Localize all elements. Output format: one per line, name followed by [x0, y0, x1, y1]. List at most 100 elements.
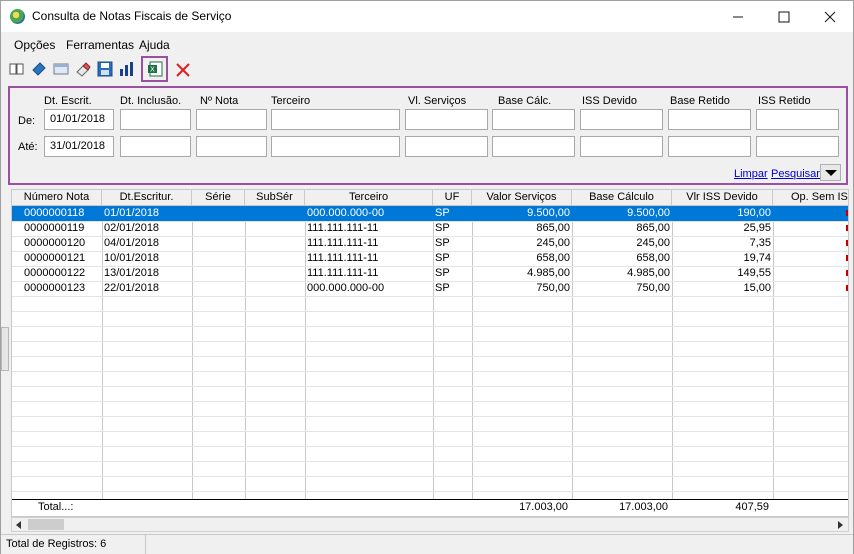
cell-vlr-iss-devido: 190,00	[737, 207, 771, 219]
filter-label-iss-retido: ISS Retido	[758, 95, 811, 107]
scroll-left-icon[interactable]	[15, 521, 23, 529]
maximize-icon	[778, 11, 790, 22]
cell-terceiro: 111.111.111-11	[307, 252, 379, 264]
cell-valor-servicos: 9.500,00	[527, 207, 570, 219]
from-base-retido-input[interactable]	[668, 109, 751, 130]
table-row[interactable]: 0000000122 13/01/2018 111.111.111-11 SP 4.98…	[12, 266, 848, 281]
header-terceiro[interactable]: Terceiro	[305, 190, 433, 206]
table-row[interactable]: 0000000121 10/01/2018 111.111.111-11 SP 658,…	[12, 251, 848, 266]
to-base-retido-input[interactable]	[668, 136, 751, 157]
cell-dt-escritur: 01/01/2018	[104, 207, 160, 219]
cell-uf: SP	[435, 252, 450, 264]
filter-label-base-retido: Base Retido	[670, 95, 730, 107]
header-vlr-iss-devido[interactable]: Vlr ISS Devido	[672, 190, 773, 206]
cell-numero-nota: 0000000120	[24, 237, 86, 249]
cell-subser	[245, 266, 305, 281]
header-op-sem-iss[interactable]: Op. Sem ISS	[773, 190, 848, 206]
to-date-input[interactable]: 31/01/2018	[44, 136, 114, 157]
to-iss-retido-input[interactable]	[756, 136, 839, 157]
menu-opcoes[interactable]: Opções	[14, 38, 55, 52]
cell-uf: SP	[435, 207, 450, 219]
table-row[interactable]: 0000000118 01/01/2018 000.000.000-00 SP 9.50…	[12, 206, 848, 221]
save-icon[interactable]	[97, 61, 113, 77]
header-dt-escritur[interactable]: Dt.Escritur.	[102, 190, 192, 206]
to-base-input[interactable]	[492, 136, 575, 157]
header-subser[interactable]: SubSér	[245, 190, 305, 206]
from-nota-input[interactable]	[196, 109, 267, 130]
cell-dt-escritur: 04/01/2018	[104, 237, 160, 249]
cell-valor-servicos: 658,00	[536, 252, 570, 264]
book-icon[interactable]	[9, 61, 25, 77]
from-iss-retido-input[interactable]	[756, 109, 839, 130]
cell-numero-nota: 0000000118	[24, 207, 85, 219]
cell-uf: SP	[435, 222, 450, 234]
expand-dropdown-button[interactable]	[820, 164, 841, 181]
cell-uf: SP	[435, 282, 450, 294]
cell-dt-escritur: 13/01/2018	[104, 267, 160, 279]
maximize-button[interactable]	[761, 1, 807, 32]
cell-subser	[245, 281, 305, 296]
cell-serie	[192, 266, 245, 281]
scrollbar-thumb[interactable]	[28, 519, 64, 530]
window-title: Consulta de Notas Fiscais de Serviço	[32, 9, 232, 23]
menu-ferramentas[interactable]: Ferramentas	[66, 38, 134, 52]
results-table: Número Nota Dt.Escritur. Série SubSér Te…	[11, 189, 849, 517]
horizontal-scrollbar[interactable]	[11, 517, 849, 532]
cell-valor-servicos: 4.985,00	[527, 267, 570, 279]
table-row[interactable]: 0000000123 22/01/2018 000.000.000-00 SP 750,…	[12, 281, 848, 296]
scroll-right-icon[interactable]	[836, 521, 844, 529]
cell-base-calculo: 750,00	[636, 282, 670, 294]
to-iss-input[interactable]	[580, 136, 663, 157]
search-link[interactable]: Pesquisar	[771, 168, 820, 180]
record-count: Total de Registros: 6	[6, 538, 107, 550]
cell-serie	[192, 221, 245, 236]
header-uf[interactable]: UF	[433, 190, 472, 206]
cell-serie	[192, 281, 245, 296]
cell-vlr-iss-devido: 149,55	[737, 267, 771, 279]
cell-dt-escritur: 10/01/2018	[104, 252, 160, 264]
table-header: Número Nota Dt.Escritur. Série SubSér Te…	[12, 190, 848, 206]
header-numero-nota[interactable]: Número Nota	[12, 190, 102, 206]
cell-numero-nota: 0000000122	[24, 267, 86, 279]
to-label: Até:	[18, 141, 38, 153]
eraser-icon[interactable]	[75, 61, 91, 77]
window-icon[interactable]	[53, 61, 69, 77]
header-serie[interactable]: Série	[192, 190, 245, 206]
cell-numero-nota: 0000000119	[24, 222, 85, 234]
from-terceiro-input[interactable]	[271, 109, 400, 130]
close-window-button[interactable]	[807, 1, 853, 32]
cell-terceiro: 111.111.111-11	[307, 222, 379, 234]
bookmark-icon[interactable]	[31, 61, 47, 77]
to-inclusao-input[interactable]	[120, 136, 191, 157]
header-valor-servicos[interactable]: Valor Serviços	[472, 190, 572, 206]
close-icon[interactable]	[175, 62, 191, 78]
menu-ajuda[interactable]: Ajuda	[139, 38, 170, 52]
menu-bar: Opções Ferramentas Ajuda	[1, 34, 853, 54]
from-date-input[interactable]: 01/01/2018	[44, 109, 114, 130]
header-base-calculo[interactable]: Base Cálculo	[572, 190, 672, 206]
to-nota-input[interactable]	[196, 136, 267, 157]
minimize-button[interactable]	[715, 1, 761, 32]
excel-export-button[interactable]: X	[141, 56, 168, 82]
from-base-input[interactable]	[492, 109, 575, 130]
from-servicos-input[interactable]	[405, 109, 488, 130]
status-bar: Total de Registros: 6	[1, 534, 853, 554]
from-iss-input[interactable]	[580, 109, 663, 130]
table-row[interactable]: 0000000119 02/01/2018 111.111.111-11 SP 865,…	[12, 221, 848, 236]
filter-label-iss-devido: ISS Devido	[582, 95, 638, 107]
cell-vlr-iss-devido: 7,35	[749, 237, 771, 249]
table-row[interactable]: 0000000120 04/01/2018 111.111.111-11 SP 245,…	[12, 236, 848, 251]
close-icon	[824, 11, 836, 22]
to-terceiro-input[interactable]	[271, 136, 400, 157]
from-inclusao-input[interactable]	[120, 109, 191, 130]
app-icon	[10, 9, 25, 24]
clear-link[interactable]: Limpar	[734, 168, 768, 180]
side-collapse-handle[interactable]	[1, 327, 9, 371]
cell-terceiro: 000.000.000-00	[307, 282, 385, 294]
cell-terceiro: 111.111.111-11	[307, 267, 379, 279]
chart-icon[interactable]	[119, 61, 135, 77]
flag-marker	[846, 270, 848, 276]
total-iss-devido: 407,59	[735, 501, 769, 513]
cell-base-calculo: 4.985,00	[627, 267, 670, 279]
to-servicos-input[interactable]	[405, 136, 488, 157]
